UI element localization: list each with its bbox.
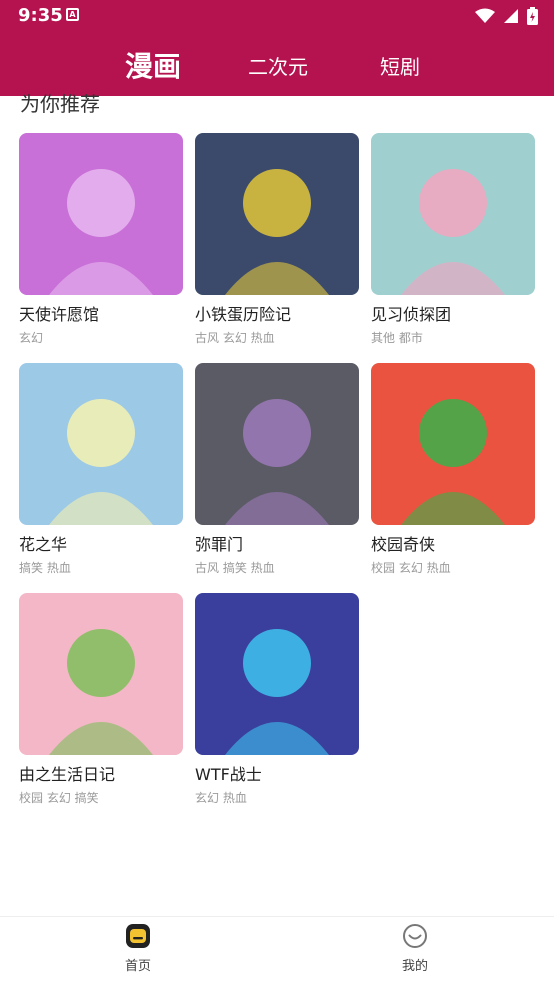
comic-card[interactable]: 见习侦探团 其他 都市 <box>371 133 535 346</box>
comic-tags: 搞笑 热血 <box>19 561 71 575</box>
comic-cover <box>371 133 535 295</box>
comic-cover <box>195 363 359 525</box>
cover-art <box>195 363 359 525</box>
cover-art <box>19 593 183 755</box>
nav-label-profile: 我的 <box>401 959 428 974</box>
comic-title: 见习侦探团 <box>371 305 452 324</box>
nav-item-home[interactable]: 首页 <box>98 923 178 974</box>
comic-cover <box>19 363 183 525</box>
comic-tags: 古风 搞笑 热血 <box>195 561 275 575</box>
profile-icon <box>403 924 427 948</box>
comic-tags: 校园 玄幻 搞笑 <box>19 791 99 805</box>
comic-cover <box>195 593 359 755</box>
section-title: 为你推荐 <box>20 92 100 116</box>
comic-cover <box>195 133 359 295</box>
comic-tags: 玄幻 <box>19 331 44 345</box>
status-time: 9:35 <box>18 5 63 26</box>
comic-card[interactable]: 校园奇侠 校园 玄幻 热血 <box>371 363 535 576</box>
notification-icon: A <box>66 8 79 21</box>
cover-art <box>19 133 183 295</box>
cover-art <box>195 133 359 295</box>
signal-icon <box>504 9 518 23</box>
comic-cover <box>19 133 183 295</box>
comic-tags: 玄幻 热血 <box>195 791 247 805</box>
battery-icon <box>527 7 538 25</box>
comic-card[interactable]: 由之生活日记 校园 玄幻 搞笑 <box>19 593 183 806</box>
system-icons <box>475 6 538 26</box>
cover-art <box>19 363 183 525</box>
tab-short-drama[interactable]: 短剧 <box>380 44 420 90</box>
top-app-bar: 9:35 A 漫画 二次元 短剧 <box>0 0 554 96</box>
comic-title: 小铁蛋历险记 <box>195 305 292 324</box>
comic-title: 弥罪门 <box>195 535 244 554</box>
comic-tags: 其他 都市 <box>371 331 423 345</box>
comic-title: WTF战士 <box>195 765 262 784</box>
comic-card[interactable]: 天使许愿馆 玄幻 <box>19 133 183 346</box>
comic-tags: 古风 玄幻 热血 <box>195 331 275 345</box>
category-tabs: 漫画 二次元 短剧 <box>0 44 554 90</box>
comic-card[interactable]: 花之华 搞笑 热血 <box>19 363 183 576</box>
wifi-icon <box>475 8 495 23</box>
status-bar: 9:35 A <box>0 0 554 32</box>
comic-card[interactable]: 弥罪门 古风 搞笑 热血 <box>195 363 359 576</box>
comic-card[interactable]: 小铁蛋历险记 古风 玄幻 热血 <box>195 133 359 346</box>
home-icon <box>126 924 150 948</box>
comic-title: 天使许愿馆 <box>19 305 100 324</box>
cover-art <box>371 363 535 525</box>
comic-title: 校园奇侠 <box>371 535 436 554</box>
comic-cover <box>371 363 535 525</box>
tab-acg[interactable]: 二次元 <box>248 44 308 90</box>
comic-title: 花之华 <box>19 535 68 554</box>
cover-art <box>371 133 535 295</box>
comic-title: 由之生活日记 <box>19 765 116 784</box>
comic-card[interactable]: WTF战士 玄幻 热血 <box>195 593 359 806</box>
comic-tags: 校园 玄幻 热血 <box>371 561 451 575</box>
cover-art <box>195 593 359 755</box>
nav-item-profile[interactable]: 我的 <box>375 923 455 974</box>
bottom-navigation: 首页 我的 <box>0 916 554 985</box>
tab-comics[interactable]: 漫画 <box>125 44 181 90</box>
comic-cover <box>19 593 183 755</box>
nav-label-home: 首页 <box>124 959 151 974</box>
